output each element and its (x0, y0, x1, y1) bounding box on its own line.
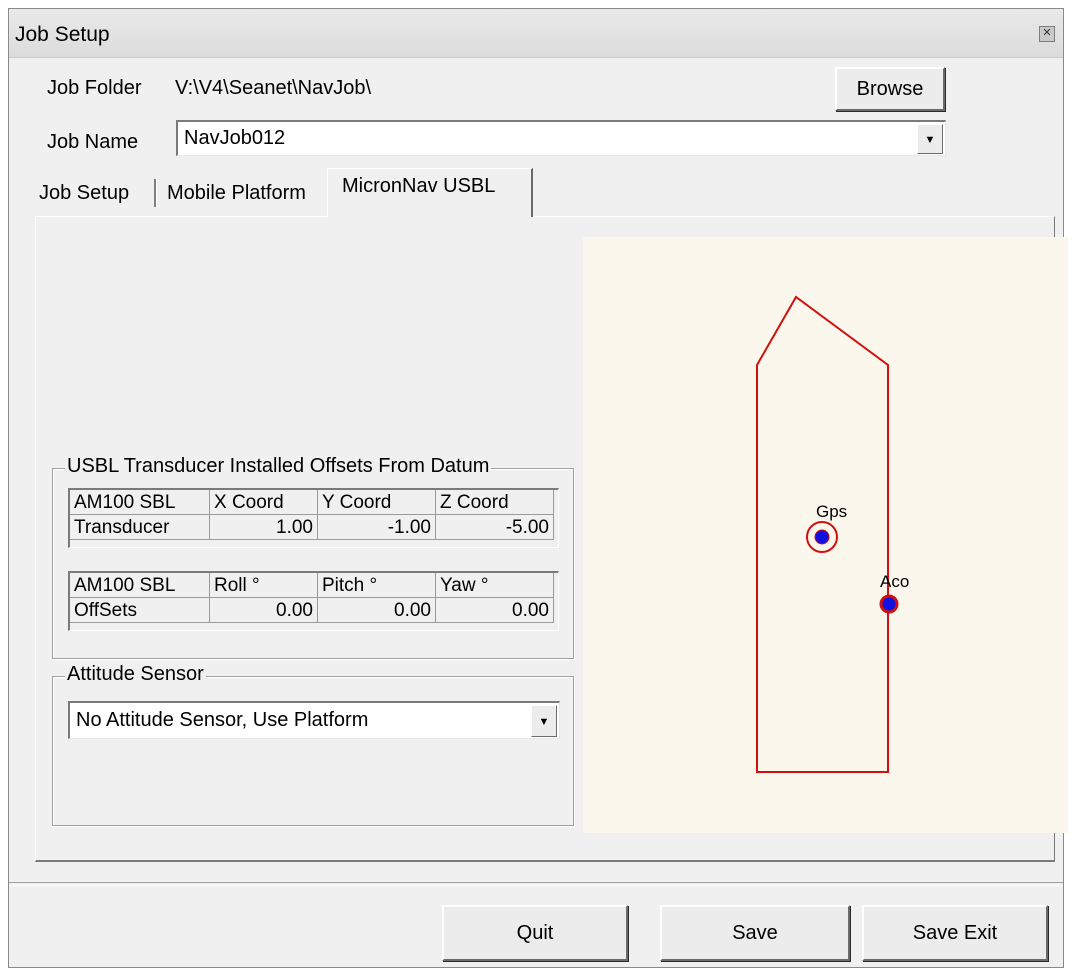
attitude-group-title: Attitude Sensor (65, 663, 206, 686)
coord-table[interactable]: AM100 SBL X Coord Y Coord Z Coord Transd… (68, 488, 559, 548)
dropdown-arrow-icon[interactable]: ▼ (531, 705, 557, 737)
quit-button-label: Quit (516, 922, 554, 944)
quit-button[interactable]: Quit (442, 905, 628, 961)
platform-diagram: Gps Aco (583, 237, 1068, 833)
tab-job-setup-label: Job Setup (39, 182, 130, 204)
coord-row-label: Transducer (70, 515, 210, 540)
coord-header-x: X Coord (210, 490, 318, 515)
job-folder-label: Job Folder (47, 77, 142, 99)
tab-mobile-platform[interactable]: Mobile Platform (161, 174, 327, 208)
attitude-sensor-group: Attitude Sensor No Attitude Sensor, Use … (52, 663, 574, 826)
angle-yaw-value[interactable]: 0.00 (436, 598, 554, 623)
job-folder-path: V:\V4\Seanet\NavJob\ (175, 77, 372, 99)
tab-mobile-platform-label: Mobile Platform (167, 182, 306, 204)
offsets-group-title: USBL Transducer Installed Offsets From D… (65, 455, 492, 478)
coord-header-y: Y Coord (318, 490, 436, 515)
offsets-group: USBL Transducer Installed Offsets From D… (52, 455, 574, 659)
aco-marker (879, 594, 899, 614)
angle-table[interactable]: AM100 SBL Roll ° Pitch ° Yaw ° OffSets 0… (68, 571, 559, 631)
angle-header-name: AM100 SBL (70, 573, 210, 598)
coord-header-name: AM100 SBL (70, 490, 210, 515)
tab-micronnav-usbl[interactable]: MicronNav USBL (327, 168, 533, 217)
tab-micronnav-usbl-label: MicronNav USBL (342, 175, 496, 197)
gps-label: Gps (816, 502, 847, 521)
job-name-combobox[interactable]: NavJob012 ▼ (176, 120, 946, 156)
save-button[interactable]: Save (660, 905, 850, 961)
coord-y-value[interactable]: -1.00 (318, 515, 436, 540)
angle-header-roll: Roll ° (210, 573, 318, 598)
attitude-sensor-value: No Attitude Sensor, Use Platform (76, 709, 369, 731)
angle-header-yaw: Yaw ° (436, 573, 554, 598)
attitude-sensor-select[interactable]: No Attitude Sensor, Use Platform ▼ (68, 701, 560, 739)
title-bar: Job Setup ✕ (9, 9, 1063, 58)
angle-row-label: OffSets (70, 598, 210, 623)
save-button-label: Save (732, 922, 778, 944)
close-icon[interactable]: ✕ (1039, 26, 1055, 42)
browse-button[interactable]: Browse (835, 67, 945, 111)
browse-button-label: Browse (856, 78, 924, 100)
angle-pitch-value[interactable]: 0.00 (318, 598, 436, 623)
aco-label: Aco (880, 572, 909, 591)
footer-separator (9, 882, 1063, 886)
job-name-value: NavJob012 (184, 127, 286, 149)
window-title: Job Setup (15, 23, 110, 46)
save-exit-button-label: Save Exit (912, 922, 998, 944)
tab-separator (154, 179, 157, 207)
angle-roll-value[interactable]: 0.00 (210, 598, 318, 623)
tab-job-setup[interactable]: Job Setup (35, 174, 155, 208)
gps-marker (814, 529, 830, 545)
dropdown-arrow-icon[interactable]: ▼ (917, 124, 943, 154)
coord-z-value[interactable]: -5.00 (436, 515, 554, 540)
coord-header-z: Z Coord (436, 490, 554, 515)
angle-header-pitch: Pitch ° (318, 573, 436, 598)
coord-x-value[interactable]: 1.00 (210, 515, 318, 540)
platform-diagram-svg: Gps Aco (756, 295, 909, 773)
job-name-label: Job Name (47, 131, 139, 153)
save-exit-button[interactable]: Save Exit (862, 905, 1048, 961)
